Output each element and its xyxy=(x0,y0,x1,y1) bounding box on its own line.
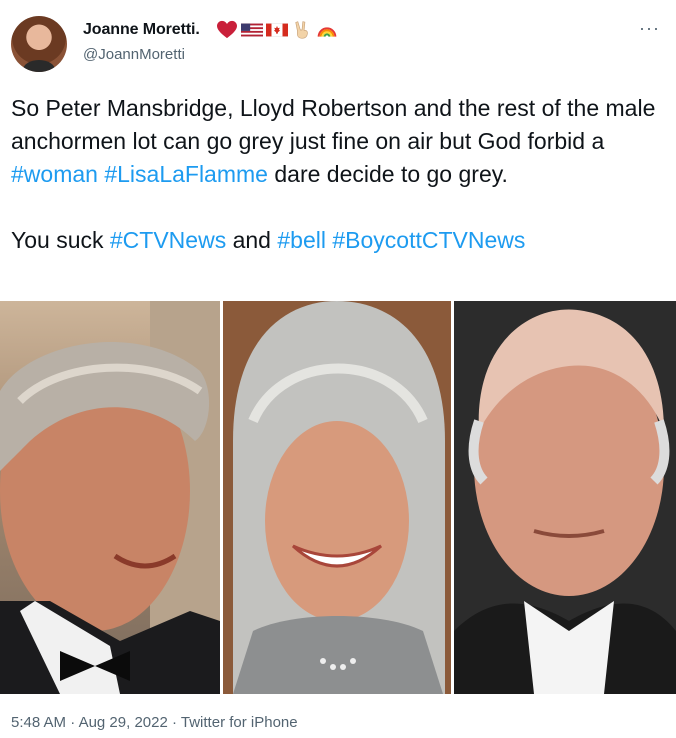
tweet-text-segment: and xyxy=(226,227,278,253)
author-handle[interactable]: @JoannMoretti xyxy=(83,46,185,63)
hashtag-link[interactable]: #BoycottCTVNews xyxy=(332,227,525,253)
photo-image xyxy=(454,301,676,694)
tweet-text-segment: So Peter Mansbridge, Lloyd Robertson and… xyxy=(11,95,656,154)
tweet-client: Twitter for iPhone xyxy=(180,714,298,731)
photo-lisa-laflamme[interactable] xyxy=(223,301,451,694)
tweet-media[interactable] xyxy=(0,301,676,694)
rainbow-emoji xyxy=(317,27,337,37)
tweet-text-segment: dare decide to go grey. xyxy=(267,161,508,187)
meta-separator: · xyxy=(70,714,76,731)
tweet-time[interactable]: 5:48 AM xyxy=(11,714,66,731)
tweet-text: So Peter Mansbridge, Lloyd Robertson and… xyxy=(11,92,661,257)
hashtag-link[interactable]: #LisaLaFlamme xyxy=(104,161,268,187)
avatar[interactable] xyxy=(11,16,67,72)
victory-hand-emoji xyxy=(295,21,308,39)
tweet-date[interactable]: Aug 29, 2022 xyxy=(79,714,168,731)
photo-image xyxy=(223,301,451,694)
more-options-icon[interactable]: ··· xyxy=(639,19,660,37)
heart-emoji xyxy=(217,20,237,39)
hashtag-link[interactable]: #woman xyxy=(11,161,98,187)
display-name-emojis xyxy=(216,20,338,40)
photo-peter-mansbridge[interactable] xyxy=(454,301,676,694)
tweet-paragraph: You suck #CTVNews and #bell #BoycottCTVN… xyxy=(11,224,661,257)
photo-lloyd-robertson[interactable] xyxy=(0,301,220,694)
canada-flag-emoji xyxy=(266,23,288,37)
us-flag-emoji xyxy=(241,23,263,37)
tweet-header: Joanne Moretti. @JoannMoretti ··· xyxy=(0,0,676,80)
tweet-paragraph: So Peter Mansbridge, Lloyd Robertson and… xyxy=(11,92,661,191)
hashtag-link[interactable]: #bell xyxy=(277,227,326,253)
hashtag-link[interactable]: #CTVNews xyxy=(110,227,226,253)
photo-image xyxy=(0,301,220,694)
tweet-metadata: 5:48 AM · Aug 29, 2022 · Twitter for iPh… xyxy=(11,714,298,731)
tweet-text-segment: You suck xyxy=(11,227,110,253)
author-display-name[interactable]: Joanne Moretti. xyxy=(83,21,200,39)
meta-separator: · xyxy=(171,714,177,731)
